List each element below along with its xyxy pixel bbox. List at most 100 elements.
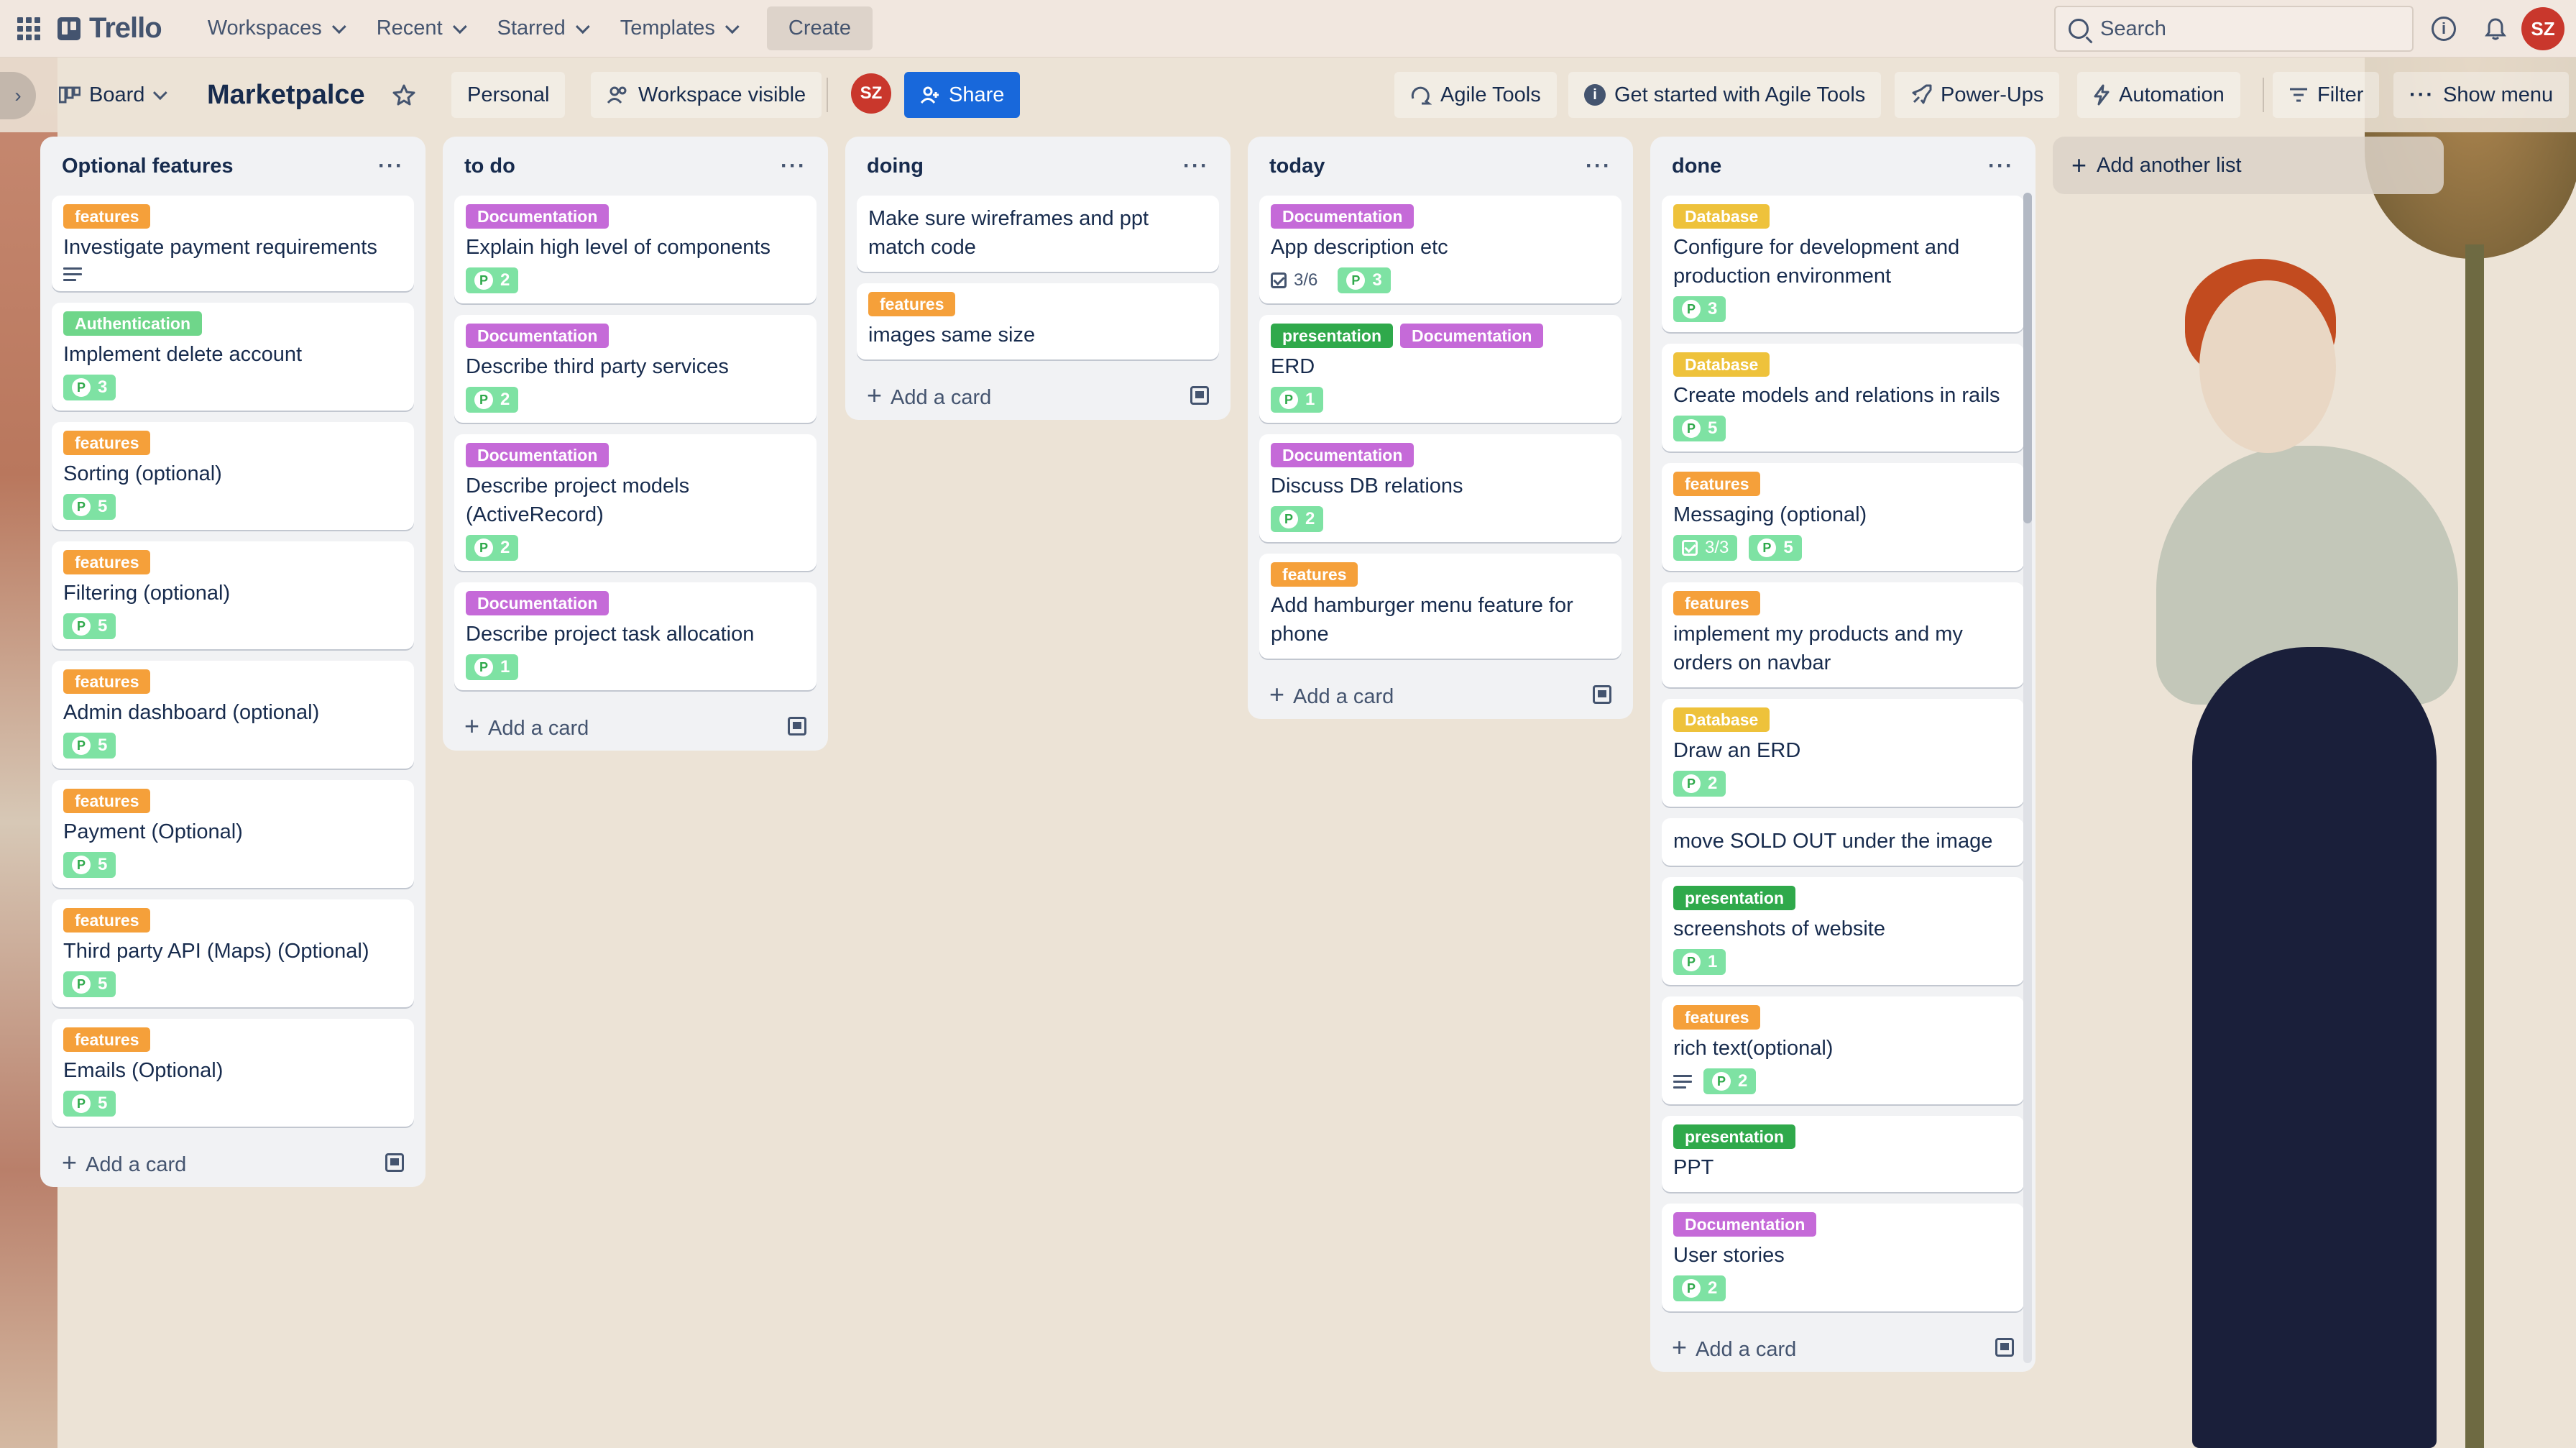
power-ups-button[interactable]: Power-Ups: [1895, 72, 2060, 118]
filter-button[interactable]: Filter: [2273, 72, 2380, 118]
card[interactable]: Documentation Discuss DB relations P 2: [1259, 434, 1622, 542]
card[interactable]: features Sorting (optional) P 5: [52, 422, 414, 530]
card[interactable]: presentation PPT: [1662, 1116, 2024, 1192]
card[interactable]: presentation Documentation ERD P 1: [1259, 315, 1622, 423]
card[interactable]: move SOLD OUT under the image: [1662, 818, 2024, 866]
card[interactable]: features Third party API (Maps) (Optional…: [52, 899, 414, 1007]
information-icon[interactable]: i: [2429, 14, 2458, 43]
board-title[interactable]: Marketpalce: [191, 72, 381, 118]
card[interactable]: presentation screenshots of website P 1: [1662, 877, 2024, 985]
card-label[interactable]: Documentation: [1673, 1212, 1817, 1237]
card-label[interactable]: features: [63, 789, 151, 813]
card-template-icon[interactable]: [385, 1153, 404, 1172]
show-menu-button[interactable]: ··· Show menu: [2393, 72, 2570, 118]
templates-menu[interactable]: Templates: [603, 17, 753, 40]
card[interactable]: Documentation App description etc 3/6 P 3: [1259, 196, 1622, 303]
card[interactable]: Authentication Implement delete account P 3: [52, 303, 414, 411]
card[interactable]: features images same size: [857, 283, 1219, 359]
card[interactable]: Documentation Describe project task alloc…: [454, 582, 816, 690]
card[interactable]: Documentation Explain high level of compo…: [454, 196, 816, 303]
card-template-icon[interactable]: [788, 717, 806, 736]
card-template-icon[interactable]: [1593, 685, 1611, 704]
card-label[interactable]: features: [868, 292, 956, 316]
done-list-scrollbar[interactable]: [2023, 193, 2032, 1363]
card[interactable]: Documentation Describe project models (Ac…: [454, 434, 816, 571]
list-actions-dots-icon[interactable]: ···: [1183, 154, 1209, 178]
card-label[interactable]: features: [1271, 562, 1358, 587]
add-list-button[interactable]: + Add another list: [2053, 137, 2444, 194]
app-switcher-icon[interactable]: [0, 0, 58, 58]
card-label[interactable]: features: [1673, 1005, 1761, 1030]
card[interactable]: features Payment (Optional) P 5: [52, 780, 414, 888]
automation-button[interactable]: Automation: [2077, 72, 2240, 118]
user-avatar[interactable]: SZ: [2521, 7, 2564, 50]
card-label[interactable]: Documentation: [466, 324, 610, 348]
share-button[interactable]: Share: [904, 72, 1021, 118]
card-label[interactable]: Database: [1673, 204, 1770, 229]
card[interactable]: Database Configure for development and pr…: [1662, 196, 2024, 332]
card-label[interactable]: Documentation: [1400, 324, 1544, 348]
workspaces-menu[interactable]: Workspaces: [190, 17, 359, 40]
card-template-icon[interactable]: [1995, 1338, 2014, 1357]
list-title[interactable]: doing: [867, 155, 924, 178]
card-label[interactable]: Database: [1673, 352, 1770, 377]
card[interactable]: features rich text(optional) P 2: [1662, 996, 2024, 1104]
list-actions-dots-icon[interactable]: ···: [1586, 154, 1611, 178]
card-label[interactable]: features: [63, 431, 151, 455]
card-label[interactable]: features: [63, 204, 151, 229]
card-label[interactable]: Authentication: [63, 311, 202, 336]
list-title[interactable]: today: [1269, 155, 1325, 178]
card[interactable]: features Filtering (optional) P 5: [52, 541, 414, 649]
list-actions-dots-icon[interactable]: ···: [378, 154, 404, 178]
card[interactable]: features Admin dashboard (optional) P 5: [52, 661, 414, 769]
create-button[interactable]: Create: [766, 6, 873, 50]
card-label[interactable]: Database: [1673, 707, 1770, 732]
card-label[interactable]: features: [63, 908, 151, 933]
card-label[interactable]: Documentation: [466, 591, 610, 615]
card[interactable]: Documentation User stories P 2: [1662, 1204, 2024, 1311]
recent-menu[interactable]: Recent: [359, 17, 480, 40]
card-label[interactable]: features: [1673, 591, 1761, 615]
list-title[interactable]: done: [1672, 155, 1721, 178]
get-started-agile-tools-button[interactable]: i Get started with Agile Tools: [1568, 72, 1882, 118]
card[interactable]: features Add hamburger menu feature for p…: [1259, 554, 1622, 659]
card-label[interactable]: features: [63, 669, 151, 694]
add-card-button[interactable]: + Add a card: [857, 371, 1219, 420]
list-actions-dots-icon[interactable]: ···: [1988, 154, 2014, 178]
list-title[interactable]: to do: [464, 155, 515, 178]
trello-logo[interactable]: Trello: [58, 12, 162, 45]
add-card-button[interactable]: + Add a card: [454, 702, 816, 751]
card-template-icon[interactable]: [1190, 386, 1209, 405]
search-input[interactable]: Search: [2054, 6, 2414, 52]
card-label[interactable]: Documentation: [1271, 204, 1414, 229]
visibility-button[interactable]: Workspace visible: [591, 72, 822, 118]
card[interactable]: features Investigate payment requirements: [52, 196, 414, 291]
add-card-button[interactable]: + Add a card: [52, 1138, 414, 1187]
star-board-icon[interactable]: [381, 72, 427, 118]
agile-tools-button[interactable]: Agile Tools: [1394, 72, 1557, 118]
card-label[interactable]: Documentation: [1271, 443, 1414, 467]
list-actions-dots-icon[interactable]: ···: [781, 154, 806, 178]
card[interactable]: features Emails (Optional) P 5: [52, 1019, 414, 1127]
starred-menu[interactable]: Starred: [480, 17, 603, 40]
card-label[interactable]: features: [1673, 472, 1761, 496]
card[interactable]: features implement my products and my ord…: [1662, 582, 2024, 687]
card[interactable]: Make sure wireframes and ppt match code: [857, 196, 1219, 272]
card-label[interactable]: features: [63, 550, 151, 574]
notifications-bell-icon[interactable]: [2481, 14, 2510, 43]
card-label[interactable]: presentation: [1673, 886, 1796, 910]
card[interactable]: features Messaging (optional) 3/3 P 5: [1662, 463, 2024, 571]
board-member-avatar[interactable]: SZ: [851, 73, 891, 114]
list-title[interactable]: Optional features: [62, 155, 234, 178]
card-label[interactable]: presentation: [1271, 324, 1394, 348]
card-label[interactable]: presentation: [1673, 1124, 1796, 1149]
card[interactable]: Database Draw an ERD P 2: [1662, 699, 2024, 807]
scrollbar-thumb[interactable]: [2023, 193, 2032, 523]
board-view-switcher[interactable]: Board: [43, 72, 179, 118]
workspace-personal-button[interactable]: Personal: [451, 72, 566, 118]
card-label[interactable]: Documentation: [466, 204, 610, 229]
card-label[interactable]: features: [63, 1027, 151, 1052]
add-card-button[interactable]: + Add a card: [1259, 670, 1622, 719]
card-label[interactable]: Documentation: [466, 443, 610, 467]
add-card-button[interactable]: + Add a card: [1662, 1323, 2024, 1372]
